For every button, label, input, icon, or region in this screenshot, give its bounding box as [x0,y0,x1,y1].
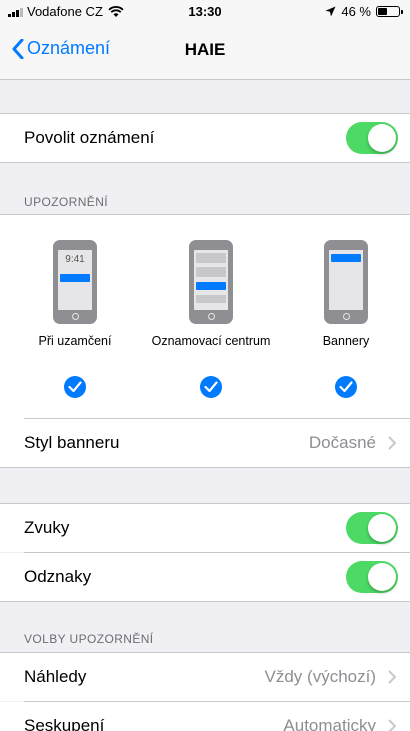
previews-row[interactable]: Náhledy Vždy (výchozí) [0,653,410,701]
previews-label: Náhledy [24,667,87,686]
checkmark-icon [200,376,222,398]
divider [0,467,410,468]
alert-option-label: Při uzamčení [38,334,112,348]
battery-percent: 46 % [341,4,371,19]
banners-phone-icon [324,240,368,324]
allow-notifications-toggle[interactable] [346,122,398,154]
alerts-panel: 9:41 Při uzamčení Oznamovací centrum Ban… [0,215,410,419]
banner-style-value: Dočasné [308,433,376,452]
status-bar: Vodafone CZ 13:30 46 % [0,0,410,22]
toggle-knob [368,124,396,152]
chevron-right-icon [388,670,396,684]
notification-center-phone-icon [189,240,233,324]
divider [0,601,410,602]
chevron-right-icon [388,436,396,450]
sounds-row: Zvuky [0,504,410,552]
alert-option-banners[interactable]: Bannery [276,240,410,398]
alert-option-notification-center[interactable]: Oznamovací centrum [141,240,281,398]
sounds-label: Zvuky [24,518,70,537]
banner-style-row[interactable]: Styl banneru Dočasné [0,419,410,467]
checkmark-icon [335,376,357,398]
lock-screen-time: 9:41 [65,254,85,265]
battery-group: 46 % [325,4,403,19]
section-header-alert-options: VOLBY UPOZORNĚNÍ [24,632,154,646]
page-title: HAIE [184,40,226,59]
badges-row: Odznaky [0,553,410,601]
allow-notifications-label: Povolit oznámení [24,128,155,147]
section-header-alerts: UPOZORNĚNÍ [24,195,109,209]
allow-notifications-row: Povolit oznámení [0,114,410,162]
previews-value: Vždy (výchozí) [264,667,376,686]
battery-icon [376,6,403,17]
toggle-knob [368,563,396,591]
alert-option-label: Bannery [322,334,370,348]
toggle-knob [368,514,396,542]
sounds-toggle[interactable] [346,512,398,544]
checkmark-icon [64,376,86,398]
alert-option-label: Oznamovací centrum [151,334,271,348]
banner-style-label: Styl banneru [24,433,120,452]
lock-screen-phone-icon: 9:41 [53,240,97,324]
grouping-label: Seskupení [24,716,105,731]
chevron-right-icon [388,719,396,731]
navigation-bar: Oznámení HAIE [0,22,410,80]
alert-option-lock-screen[interactable]: 9:41 Při uzamčení [5,240,145,398]
badges-label: Odznaky [24,567,92,586]
grouping-row[interactable]: Seskupení Automaticky [0,702,410,731]
badges-toggle[interactable] [346,561,398,593]
grouping-value: Automaticky [283,716,376,731]
divider [0,162,410,163]
location-icon [325,6,336,17]
